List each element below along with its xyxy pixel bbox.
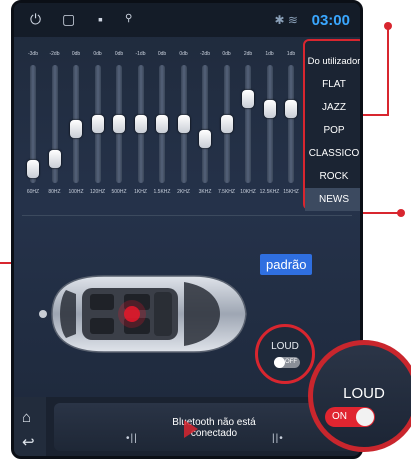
eq-band-gain: 0db	[222, 51, 231, 57]
eq-band: -1db 1KHZ	[130, 43, 152, 195]
eq-band-frequency: 10KHZ	[240, 189, 256, 195]
eq-band: 1db 15KHZ	[280, 43, 302, 195]
preset-item[interactable]: ROCK	[305, 165, 360, 188]
eq-band-gain: -2db	[199, 51, 210, 57]
eq-band: 0db 1.5KHZ	[151, 43, 173, 195]
eq-slider-handle[interactable]	[285, 100, 297, 118]
eq-slider-handle[interactable]	[134, 115, 147, 133]
eq-band: 0db 100HZ	[65, 43, 87, 195]
eq-slider-handle[interactable]	[177, 115, 190, 133]
annotation-line	[358, 212, 398, 214]
eq-slider-track[interactable]	[202, 65, 208, 183]
eq-band-frequency: 3KHZ	[198, 189, 212, 195]
nav-strip: ⌂ ↩	[14, 397, 46, 456]
eq-slider-handle[interactable]	[48, 150, 61, 168]
preset-item[interactable]: POP	[305, 119, 360, 142]
prev-track-icon[interactable]: •||	[126, 433, 138, 444]
annotation-dot	[384, 22, 392, 30]
loud-callout-label: LOUD	[343, 385, 385, 402]
usb-icon: ⚲	[125, 13, 133, 24]
eq-band: 0db 500HZ	[108, 43, 130, 195]
preset-item[interactable]: FLAT	[305, 73, 360, 96]
eq-band: -2db 80HZ	[44, 43, 66, 195]
eq-band-frequency: 1KHZ	[134, 189, 147, 195]
eq-band-gain: 0db	[114, 51, 124, 57]
eq-band-frequency: 2KHZ	[177, 189, 190, 195]
home-icon[interactable]: ⌂	[22, 409, 31, 426]
clock: 03:00	[311, 12, 350, 29]
eq-band-gain: -2db	[49, 51, 60, 57]
eq-band-frequency: 100HZ	[68, 189, 84, 195]
eq-band-gain: 0db	[157, 51, 167, 57]
eq-band-gain: -3db	[27, 51, 38, 57]
eq-slider-handle[interactable]	[220, 115, 233, 133]
eq-band-gain: 0db	[71, 51, 81, 57]
eq-slider-handle[interactable]	[156, 115, 168, 133]
eq-band: 0db 2KHZ	[173, 43, 195, 195]
recent-apps-icon[interactable]: ▢	[62, 12, 75, 26]
equalizer: -3db 60HZ -2db 80HZ 0db 100HZ 0db 120HZ 0db 500HZ…	[22, 43, 302, 195]
loud-control: LOUD OFF	[255, 324, 315, 384]
eq-band-frequency: 7.5KHZ	[218, 189, 235, 195]
preset-item[interactable]: NEWS	[305, 188, 360, 211]
loud-toggle[interactable]: OFF	[274, 357, 300, 368]
car-soundfield-image[interactable]	[34, 268, 249, 360]
play-icon[interactable]	[184, 420, 198, 438]
loud-callout: LOUD ON	[308, 340, 411, 452]
power-icon[interactable]: ⏻	[30, 12, 41, 26]
eq-slider-track[interactable]	[266, 65, 273, 183]
eq-band-gain: -1db	[135, 51, 146, 57]
toggle-state-text: ON	[332, 411, 347, 422]
eq-slider-track[interactable]	[245, 65, 251, 183]
eq-slider-handle[interactable]	[91, 115, 104, 133]
eq-band-frequency: 500HZ	[111, 189, 127, 195]
eq-band-frequency: 12.5KHZ	[259, 189, 280, 195]
eq-band: 1db 12.5KHZ	[259, 43, 281, 195]
eq-slider-track[interactable]	[288, 65, 294, 183]
bluetooth-status: Bluetooth não está conectado	[172, 417, 256, 439]
eq-slider-handle[interactable]	[263, 100, 276, 118]
eq-band-gain: 2db	[243, 51, 253, 57]
bluetooth-icon: ✱ ≋	[274, 13, 298, 27]
loud-callout-toggle[interactable]: ON	[325, 407, 375, 427]
eq-band: 0db 7.5KHZ	[216, 43, 238, 195]
eq-band-gain: 1db	[265, 51, 274, 57]
eq-band-frequency: 80HZ	[48, 189, 61, 195]
preset-item[interactable]: Do utilizador	[305, 50, 360, 73]
eq-band: 2db 10KHZ	[237, 43, 259, 195]
eq-band-frequency: 15KHZ	[283, 189, 299, 195]
eq-band: -3db 60HZ	[22, 43, 44, 195]
eq-band-frequency: 1.5KHZ	[153, 189, 171, 195]
eq-slider-handle[interactable]	[27, 160, 39, 178]
preset-item[interactable]: JAZZ	[305, 96, 360, 119]
eq-band: -2db 3KHZ	[194, 43, 216, 195]
divider	[22, 215, 352, 216]
eq-band-frequency: 60HZ	[26, 189, 40, 195]
eq-band-frequency: 120HZ	[89, 189, 105, 195]
eq-band-gain: 0db	[179, 51, 188, 57]
toggle-state-text: OFF	[285, 359, 297, 365]
default-button[interactable]: padrão	[260, 254, 313, 275]
eq-band-gain: 0db	[93, 51, 102, 57]
preset-item[interactable]: CLASSICO	[305, 142, 360, 165]
toggle-knob	[356, 408, 374, 426]
eq-band-gain: 1db	[286, 51, 296, 57]
gallery-icon[interactable]: ▪	[98, 12, 103, 26]
status-bar: ⏻ ▢ ▪ ⚲ ✱ ≋ 03:00	[14, 3, 360, 37]
preset-list: Do utilizador FLAT JAZZ POP CLASSICO ROCK NEWS	[303, 39, 360, 211]
annotation-dot	[397, 209, 405, 217]
next-track-icon[interactable]: ||•	[272, 433, 284, 444]
annotation-line	[387, 26, 389, 116]
eq-slider-handle[interactable]	[113, 115, 125, 133]
back-icon[interactable]: ↩	[22, 433, 35, 451]
loud-label: LOUD	[271, 341, 299, 352]
eq-slider-handle[interactable]	[70, 120, 82, 138]
eq-slider-handle[interactable]	[242, 90, 254, 108]
toggle-knob	[274, 357, 285, 368]
eq-slider-handle[interactable]	[199, 130, 211, 148]
eq-band: 0db 120HZ	[87, 43, 109, 195]
